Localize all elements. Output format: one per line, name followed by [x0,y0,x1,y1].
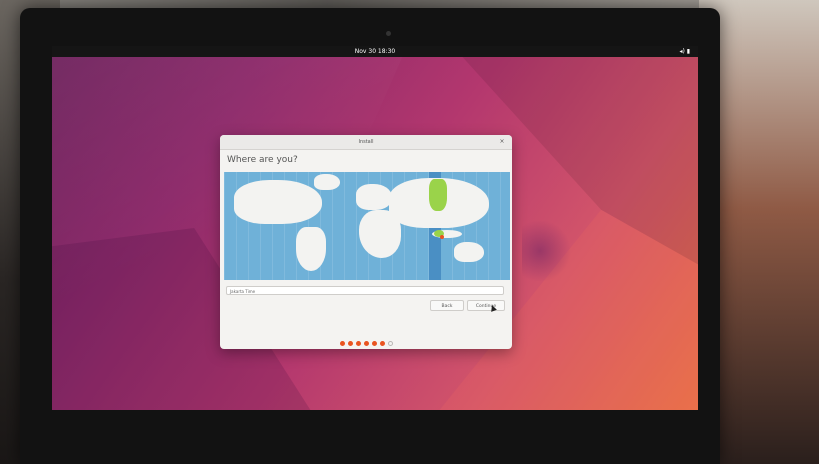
continue-button[interactable]: Continue [467,300,505,311]
installer-window: Install × Where are you? Jakarta Time Ba… [220,135,512,349]
location-marker [440,235,444,239]
continent-greenland [314,174,340,190]
close-icon[interactable]: × [498,138,506,146]
step-dot-complete [363,341,369,346]
window-titlebar[interactable]: Install × [220,135,512,150]
wallpaper-decor [522,221,582,281]
page-title: Where are you? [227,155,298,165]
step-dot-complete [347,341,353,346]
selected-region [429,179,447,211]
step-dot-complete [355,341,361,346]
clock[interactable]: Nov 30 18:30 [355,46,395,57]
webcam [386,31,391,36]
step-dot-complete [371,341,377,346]
step-dot-pending [387,341,393,346]
timezone-field[interactable]: Jakarta Time [226,286,504,295]
back-button[interactable]: Back [430,300,464,311]
top-bar: Nov 30 18:30 ◂) ▮ [52,46,698,57]
continent-europe [356,184,392,210]
continent-australia [454,242,484,262]
continent-north-america [234,180,322,224]
step-indicator [220,331,512,349]
continent-south-america [296,227,326,271]
desktop-screen: Nov 30 18:30 ◂) ▮ Install × Where are yo… [52,46,698,410]
timezone-map[interactable] [224,172,510,280]
status-icons[interactable]: ◂) ▮ [679,46,690,57]
window-title: Install [358,139,374,145]
step-dot-complete [339,341,345,346]
step-dot-complete [379,341,385,346]
